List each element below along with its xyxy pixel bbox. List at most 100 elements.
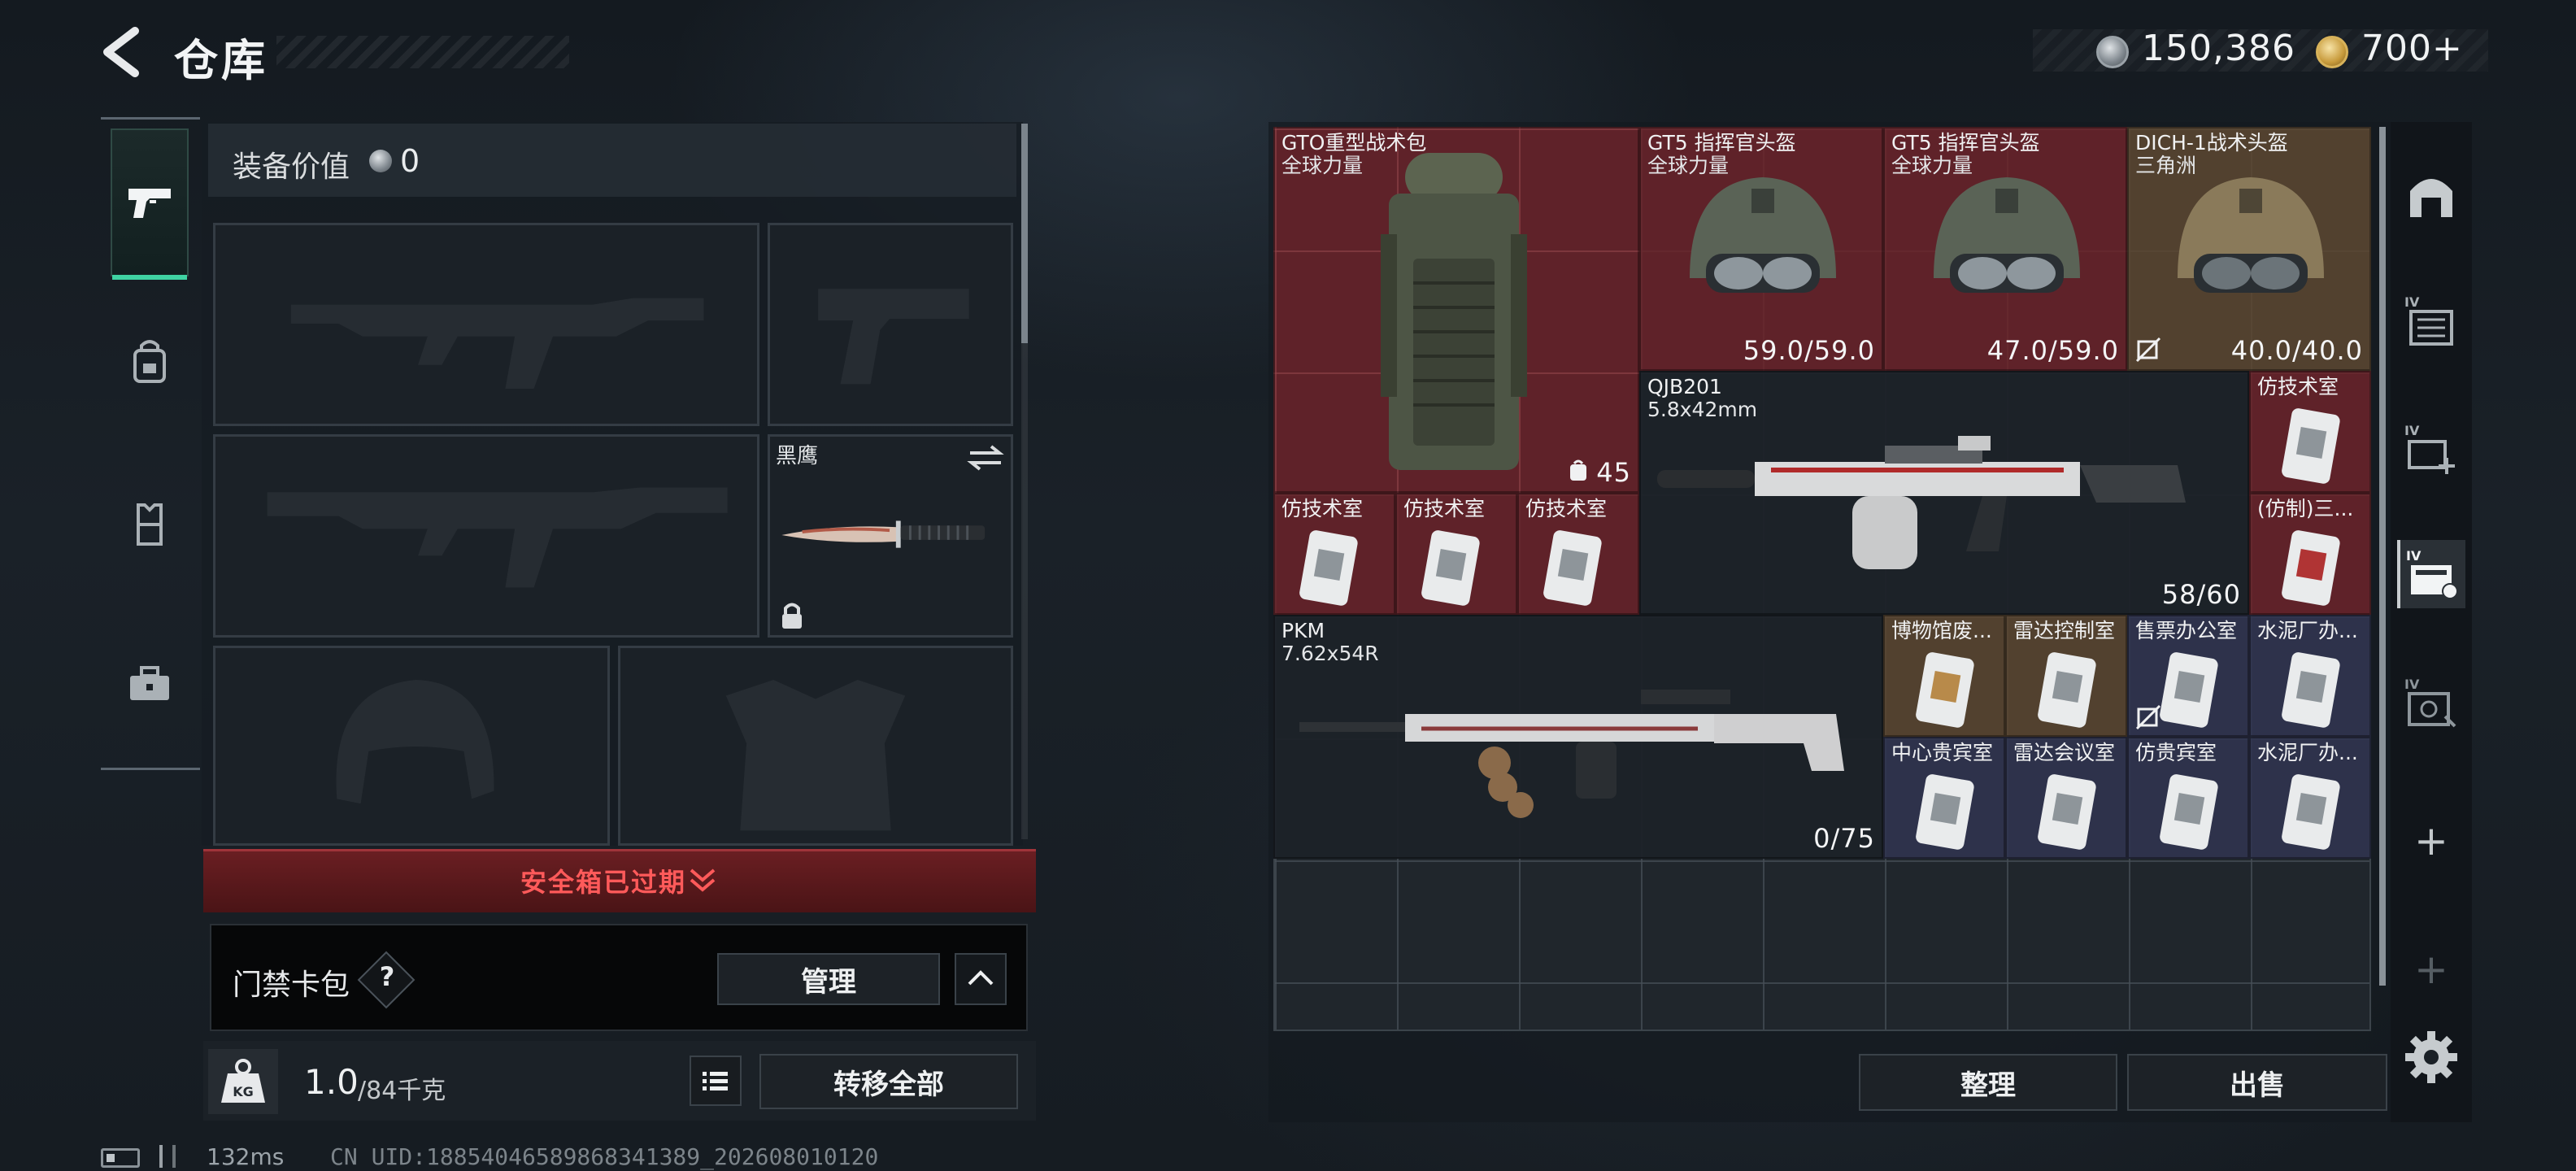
tab-vest[interactable] (111, 472, 189, 577)
helmet-silhouette-icon (336, 680, 494, 804)
item-ammo: 58/60 (2161, 579, 2241, 610)
sort-button[interactable]: 整理 (1859, 1054, 2117, 1111)
list-icon (703, 1072, 728, 1090)
sell-button[interactable]: 出售 (2127, 1054, 2387, 1111)
storage-item-keycard[interactable]: 售票办公室 (2127, 615, 2249, 737)
item-name: GT5 指挥官头盔 (1647, 131, 1796, 155)
silver-currency-amount: 150,386 (2142, 28, 2295, 69)
help-question-mark: ? (379, 961, 395, 992)
item-name: 雷达控制室 (2013, 619, 2116, 642)
storage-item-keycard[interactable]: 仿技术室 (2249, 371, 2371, 493)
item-name: 仿贵宾室 (2135, 741, 2217, 764)
storage-tab-iv-medical[interactable]: IV (2397, 415, 2465, 483)
title-decoration (276, 36, 569, 68)
svg-text:KG: KG (233, 1084, 254, 1099)
storage-item-keycard[interactable]: 博物馆废... (1883, 615, 2005, 737)
swap-icon[interactable] (965, 442, 1006, 474)
storage-item-helmet[interactable]: GT5 指挥官头盔 全球力量 59.0/59.0 (1639, 127, 1883, 371)
double-chevron-down-icon[interactable] (688, 867, 717, 895)
item-subtitle: 三角洲 (2135, 154, 2197, 177)
storage-tab-home[interactable] (2397, 161, 2465, 229)
keycard-icon (1421, 530, 1480, 606)
capacity-bag-icon (1570, 459, 1586, 481)
tab-case[interactable] (111, 631, 189, 737)
item-name: 水泥厂办... (2257, 741, 2358, 764)
item-capacity: 45 (1596, 457, 1631, 488)
battery-icon (101, 1148, 140, 1168)
add-storage-button[interactable]: + (2397, 807, 2465, 875)
helmet-icon (2178, 177, 2324, 293)
sidearm-slot[interactable] (768, 223, 1013, 426)
storage-scrollbar[interactable] (2379, 127, 2386, 986)
storage-tab-iv-cabinet[interactable]: IV (2397, 286, 2465, 355)
keycard-icon (1916, 774, 1974, 850)
storage-item-weapon[interactable]: QJB201 5.8x42mm 58/60 (1639, 371, 2249, 615)
no-trade-icon (2135, 704, 2161, 730)
storage-item-helmet[interactable]: GT5 指挥官头盔 全球力量 47.0/59.0 (1883, 127, 2127, 371)
storage-item-weapon[interactable]: PKM 7.62x54R 0/75 (1273, 615, 1883, 859)
storage-item-helmet[interactable]: DICH-1战术头盔 三角洲 40.0/40.0 (2127, 127, 2371, 371)
tab-weapons[interactable] (111, 128, 189, 280)
ping-readout: 132ms (207, 1143, 285, 1170)
storage-tab-iv-ammo[interactable]: IV (2397, 540, 2465, 608)
add-storage-button-disabled: + (2414, 946, 2448, 993)
item-name: 中心贵宾室 (1891, 741, 1994, 764)
gold-coin-icon (2316, 36, 2348, 68)
machine-gun-icon (1299, 690, 1844, 818)
keycard-icon (2160, 652, 2218, 728)
storage-item-keycard[interactable]: 中心贵宾室 (1883, 737, 2005, 859)
item-name: DICH-1战术头盔 (2135, 131, 2288, 155)
item-subtitle: 全球力量 (1281, 154, 1364, 177)
transfer-all-button[interactable]: 转移全部 (759, 1054, 1018, 1109)
storage-item-keycard[interactable]: 水泥厂办... (2249, 737, 2371, 859)
rail-divider-top (101, 117, 200, 120)
item-name: 博物馆废... (1891, 619, 1992, 642)
list-view-button[interactable] (690, 1056, 742, 1106)
item-durability: 40.0/40.0 (2230, 335, 2363, 366)
storage-item-keycard[interactable]: (仿制)三... (2249, 493, 2371, 615)
tab-backpack[interactable] (111, 309, 189, 415)
silver-coin-icon (369, 150, 392, 172)
item-name: (仿制)三... (2257, 497, 2354, 520)
storage-item-keycard[interactable]: 仿技术室 (1517, 493, 1639, 615)
primary-weapon-slot-1[interactable] (213, 223, 759, 426)
weight-icon-box: KG (208, 1049, 278, 1114)
item-name: 售票办公室 (2135, 619, 2238, 642)
item-ammo: 0/75 (1813, 823, 1875, 854)
storage-item-keycard[interactable]: 雷达控制室 (2005, 615, 2127, 737)
body-armor-slot[interactable] (618, 646, 1013, 846)
helmet-slot[interactable] (213, 646, 610, 846)
chevron-up-icon (968, 970, 994, 986)
keycard-pouch-label: 门禁卡包 (233, 969, 350, 1002)
briefcase-icon (130, 666, 169, 700)
settings-gear-icon[interactable] (2399, 1025, 2464, 1090)
medical-case-icon: IV (2404, 423, 2455, 474)
storage-item-keycard[interactable]: 雷达会议室 (2005, 737, 2127, 859)
backpack-icon (1381, 153, 1527, 470)
equipment-scrollbar[interactable] (1021, 124, 1028, 343)
weight-kg-icon: KG (221, 1059, 265, 1103)
keycard-icon (2282, 408, 2340, 484)
primary-weapon-slot-2[interactable] (213, 434, 759, 638)
item-name: PKM (1281, 619, 1325, 642)
item-name: 仿技术室 (1403, 497, 1486, 520)
storage-item-keycard[interactable]: 仿贵宾室 (2127, 737, 2249, 859)
keycard-icon (2282, 774, 2340, 850)
storage-item-keycard[interactable]: 仿技术室 (1273, 493, 1395, 615)
storage-tab-iv-safe[interactable]: IV (2397, 668, 2465, 737)
safe-box-status: 安全箱已过期 (520, 867, 687, 898)
storage-item-keycard[interactable]: 水泥厂办... (2249, 615, 2371, 737)
storage-item-keycard[interactable]: 仿技术室 (1395, 493, 1517, 615)
helmet-icon (1690, 177, 1836, 293)
back-arrow-icon[interactable] (98, 26, 146, 78)
collapse-button[interactable] (955, 953, 1007, 1005)
manage-button[interactable]: 管理 (717, 953, 940, 1005)
gold-currency-amount[interactable]: 700+ (2361, 28, 2463, 69)
keycard-icon (2038, 652, 2096, 728)
melee-weapon-name: 黑鹰 (776, 444, 819, 468)
equipment-value: 0 (400, 143, 420, 179)
lock-icon (782, 603, 802, 629)
storage-item-backpack[interactable]: GTO重型战术包 全球力量 45 (1273, 127, 1639, 493)
user-uid: CN UID:18854046589868341389_202608010120 (330, 1143, 879, 1170)
signal-icon (159, 1145, 176, 1168)
